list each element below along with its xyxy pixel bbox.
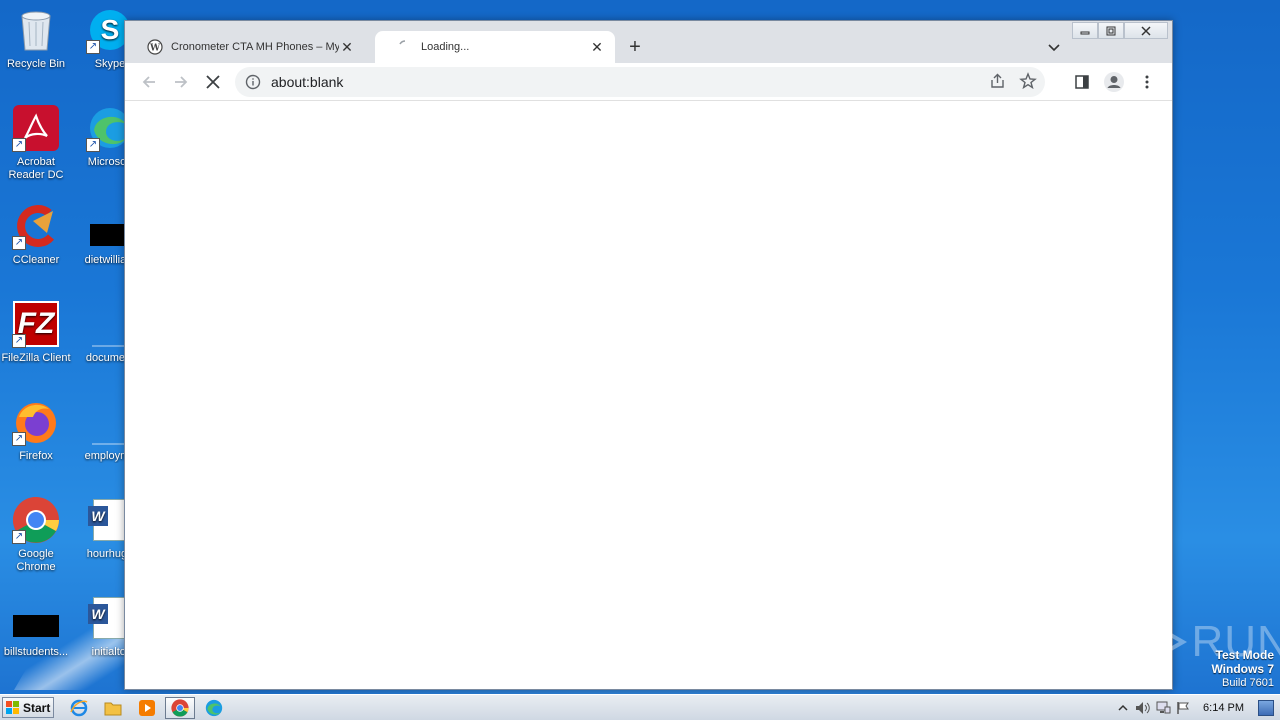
action-center-button[interactable] bbox=[1173, 698, 1193, 718]
page-content[interactable] bbox=[125, 101, 1172, 689]
chrome-icon bbox=[171, 699, 189, 717]
new-tab-button[interactable]: + bbox=[623, 36, 647, 60]
address-bar[interactable]: about:blank bbox=[235, 67, 1045, 97]
tab-search-icon[interactable] bbox=[1044, 37, 1064, 57]
tab-cronometer[interactable]: W Cronometer CTA MH Phones – My Bl ✕ bbox=[125, 31, 365, 63]
taskbar: Start 6:14 PM bbox=[0, 694, 1280, 720]
tab-title: Loading... bbox=[421, 41, 470, 53]
desktop-icon-label: FileZilla Client bbox=[1, 352, 71, 364]
desktop-icon-label: Firefox bbox=[19, 450, 53, 462]
forward-arrow-icon bbox=[175, 76, 188, 88]
desktop-icon-label: billstudents... bbox=[3, 646, 69, 658]
desktop-icon-recycle-bin[interactable]: Recycle Bin bbox=[0, 6, 72, 96]
close-tab-icon[interactable]: ✕ bbox=[589, 39, 605, 55]
desktop-icon-label: Acrobat Reader DC bbox=[8, 156, 64, 181]
forward-button[interactable] bbox=[169, 70, 193, 94]
side-panel-icon bbox=[1075, 75, 1089, 89]
acrobat-icon: ↗ bbox=[12, 104, 60, 152]
svg-text:W: W bbox=[149, 44, 161, 54]
side-panel-button[interactable] bbox=[1070, 70, 1094, 94]
windows-version-line: Windows 7 bbox=[1211, 662, 1274, 676]
omnibox-actions bbox=[989, 72, 1037, 90]
windows-logo-icon bbox=[6, 700, 19, 714]
loading-spinner-icon bbox=[399, 40, 406, 45]
tab-title: Cronometer CTA MH Phones – My Bl bbox=[171, 41, 339, 53]
filezilla-icon: FZ ↗ bbox=[12, 300, 60, 348]
internet-explorer-icon bbox=[70, 699, 88, 717]
desktop-icon-acrobat[interactable]: ↗ Acrobat Reader DC bbox=[0, 104, 72, 194]
recycle-bin-icon bbox=[12, 6, 60, 54]
show-hidden-icons-button[interactable] bbox=[1113, 698, 1133, 718]
media-player-icon bbox=[139, 700, 155, 716]
edge-icon bbox=[205, 699, 223, 717]
show-desktop-button[interactable] bbox=[1258, 700, 1274, 716]
shortcut-arrow-icon: ↗ bbox=[12, 138, 26, 152]
chrome-icon: ↗ bbox=[12, 496, 60, 544]
chrome-window: W Cronometer CTA MH Phones – My Bl ✕ Loa… bbox=[124, 20, 1173, 690]
taskbar-explorer[interactable] bbox=[98, 697, 128, 719]
desktop-icon-ccleaner[interactable]: ↗ CCleaner bbox=[0, 202, 72, 292]
shortcut-arrow-icon: ↗ bbox=[12, 236, 26, 250]
wordpress-icon: W bbox=[147, 39, 163, 55]
network-button[interactable] bbox=[1153, 698, 1173, 718]
shortcut-arrow-icon: ↗ bbox=[12, 432, 26, 446]
desktop-icon-label: Google Chrome bbox=[16, 548, 56, 573]
tab-loading[interactable]: Loading... ✕ bbox=[375, 31, 615, 63]
stop-icon bbox=[206, 75, 220, 89]
folder-icon bbox=[104, 702, 122, 716]
profile-button[interactable] bbox=[1102, 70, 1126, 94]
shortcut-arrow-icon: ↗ bbox=[86, 40, 100, 54]
start-label: Start bbox=[23, 700, 51, 715]
shortcut-arrow-icon: ↗ bbox=[12, 530, 26, 544]
browser-toolbar: about:blank bbox=[125, 63, 1172, 101]
build-line: Build 7601 bbox=[1222, 677, 1274, 689]
close-tab-icon[interactable]: ✕ bbox=[339, 39, 355, 55]
desktop-icon-firefox[interactable]: ↗ Firefox bbox=[0, 398, 72, 488]
play-logo-icon bbox=[1139, 614, 1188, 670]
desktop-icon-filezilla[interactable]: FZ ↗ FileZilla Client bbox=[0, 300, 72, 390]
black-file-icon bbox=[12, 594, 60, 642]
shortcut-arrow-icon: ↗ bbox=[12, 334, 26, 348]
ccleaner-icon: ↗ bbox=[12, 202, 60, 250]
kebab-menu-icon bbox=[1145, 75, 1149, 89]
url-text: about:blank bbox=[271, 74, 344, 90]
back-button[interactable] bbox=[137, 70, 161, 94]
share-icon[interactable] bbox=[989, 72, 1007, 90]
desktop-icon-label: CCleaner bbox=[12, 254, 60, 266]
watermark-text-left: ANY bbox=[1038, 617, 1132, 666]
desktop-icon-chrome[interactable]: ↗ Google Chrome bbox=[0, 496, 72, 586]
info-icon[interactable] bbox=[245, 74, 261, 90]
network-icon bbox=[1156, 701, 1171, 714]
desktop-icon-billstudents[interactable]: billstudents... bbox=[0, 594, 72, 684]
back-arrow-icon bbox=[142, 76, 155, 88]
taskbar-ie[interactable] bbox=[64, 697, 94, 719]
taskbar-edge[interactable] bbox=[199, 697, 229, 719]
menu-button[interactable] bbox=[1135, 70, 1159, 94]
test-mode-line: Test Mode bbox=[1215, 648, 1274, 662]
stop-loading-button[interactable] bbox=[201, 70, 225, 94]
avatar-icon bbox=[1104, 72, 1124, 92]
clock[interactable]: 6:14 PM bbox=[1203, 702, 1244, 714]
system-tray: 6:14 PM bbox=[1113, 695, 1280, 720]
taskbar-chrome[interactable] bbox=[165, 697, 195, 719]
chevron-up-icon bbox=[1118, 704, 1128, 711]
firefox-icon: ↗ bbox=[12, 398, 60, 446]
bookmark-star-icon[interactable] bbox=[1019, 72, 1037, 90]
flag-icon bbox=[1177, 702, 1189, 714]
start-button[interactable]: Start bbox=[2, 697, 54, 718]
speaker-icon bbox=[1136, 702, 1150, 714]
test-mode-notice: Test Mode Windows 7 Build 7601 bbox=[1211, 648, 1274, 690]
taskbar-media-player[interactable] bbox=[132, 697, 162, 719]
desktop-icon-label: Recycle Bin bbox=[6, 58, 66, 70]
volume-button[interactable] bbox=[1133, 698, 1153, 718]
shortcut-arrow-icon: ↗ bbox=[86, 138, 100, 152]
tab-strip: W Cronometer CTA MH Phones – My Bl ✕ Loa… bbox=[125, 29, 1172, 63]
